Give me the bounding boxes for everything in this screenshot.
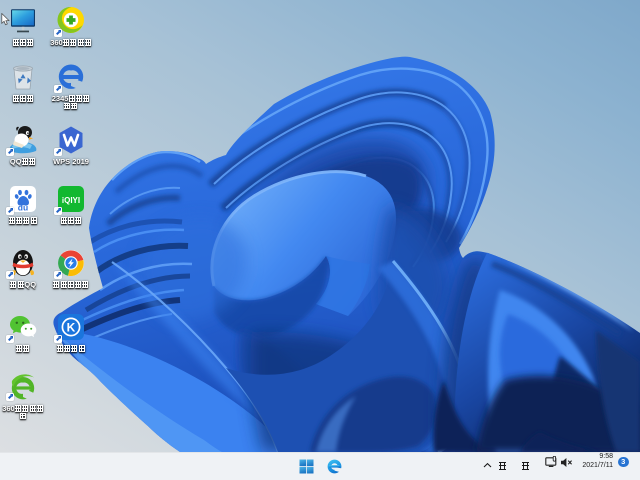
- svg-text:iQIYI: iQIYI: [62, 196, 80, 205]
- svg-text:K: K: [67, 321, 76, 335]
- svg-text:du: du: [18, 203, 28, 213]
